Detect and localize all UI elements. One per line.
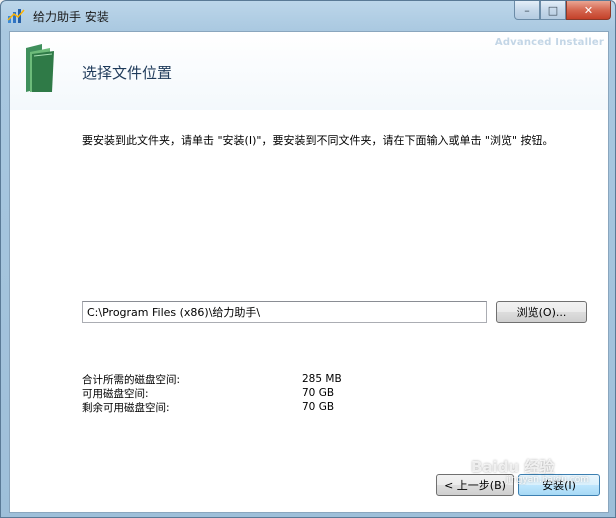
disk-space-label: 可用磁盘空间: — [82, 387, 149, 400]
header-band: Advanced Installer 选择文件位置 — [10, 32, 608, 110]
title-bar[interactable]: 给力助手 安装 – □ ✕ — [1, 1, 615, 31]
app-icon — [7, 9, 25, 23]
disk-space-label: 剩余可用磁盘空间: — [82, 401, 170, 414]
disk-space-row: 合计所需的磁盘空间: 285 MB — [82, 372, 362, 386]
disk-space-row: 剩余可用磁盘空间: 70 GB — [82, 400, 362, 414]
minimize-button[interactable]: – — [514, 1, 540, 20]
brand-label: Advanced Installer — [494, 37, 604, 48]
disk-space-label: 合计所需的磁盘空间: — [82, 373, 181, 386]
dialog-content: Advanced Installer 选择文件位置 要安装到此文件夹，请单击 "… — [9, 31, 609, 513]
disk-space-row: 可用磁盘空间: 70 GB — [82, 386, 362, 400]
disk-space-value: 70 GB — [302, 387, 335, 399]
back-button[interactable]: < 上一步(B) — [436, 474, 514, 496]
minimize-icon: – — [524, 3, 530, 17]
disk-space-table: 合计所需的磁盘空间: 285 MB 可用磁盘空间: 70 GB 剩余可用磁盘空间… — [82, 372, 362, 414]
disk-space-value: 285 MB — [302, 373, 342, 385]
window-title: 给力助手 安装 — [33, 10, 109, 24]
folder-icon — [26, 44, 54, 92]
maximize-button[interactable]: □ — [540, 1, 566, 20]
instruction-text: 要安装到此文件夹，请单击 "安装(I)"，要安装到不同文件夹，请在下面输入或单击… — [82, 134, 554, 147]
watermark-url: jingyan.baidu.com — [506, 475, 590, 485]
installer-window: 给力助手 安装 – □ ✕ Advanced Installer 选择文件位置 — [0, 0, 616, 518]
watermark-logo: Baidu 经验 — [471, 458, 555, 476]
browse-button[interactable]: 浏览(O)... — [496, 301, 587, 323]
close-button[interactable]: ✕ — [566, 1, 611, 20]
caption-buttons: – □ ✕ — [514, 1, 611, 20]
close-icon: ✕ — [583, 3, 594, 17]
install-path-input[interactable] — [82, 301, 487, 323]
page-title: 选择文件位置 — [82, 64, 173, 82]
maximize-icon: □ — [547, 3, 559, 17]
disk-space-value: 70 GB — [302, 401, 335, 413]
